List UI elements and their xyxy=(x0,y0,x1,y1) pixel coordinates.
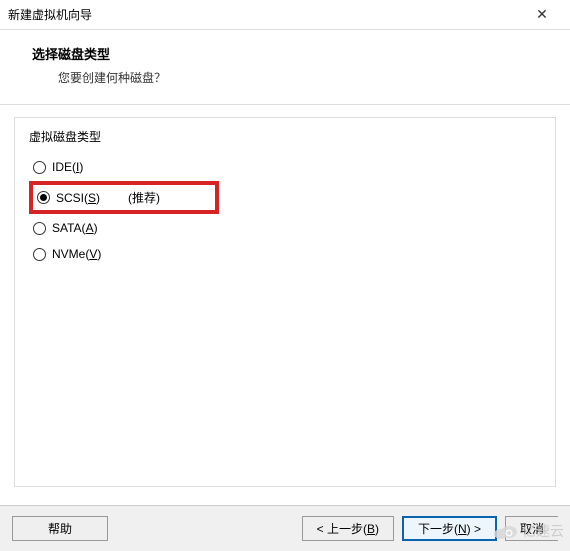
content-panel: 虚拟磁盘类型 IDE(I) SCSI(S) (推荐) SATA(A) NVMe(… xyxy=(14,117,556,487)
radio-label: SCSI(S) xyxy=(56,191,100,205)
cancel-button[interactable]: 取消 xyxy=(505,516,558,541)
radio-icon xyxy=(37,191,50,204)
radio-icon xyxy=(33,222,46,235)
close-icon[interactable]: ✕ xyxy=(522,1,562,29)
radio-label: NVMe(V) xyxy=(52,247,101,261)
help-button[interactable]: 帮助 xyxy=(12,516,108,541)
titlebar: 新建虚拟机向导 ✕ xyxy=(0,0,570,30)
page-subtitle: 您要创建何种磁盘？ xyxy=(32,69,560,86)
wizard-header: 选择磁盘类型 您要创建何种磁盘？ xyxy=(0,30,570,98)
radio-label: IDE(I) xyxy=(52,160,83,174)
highlight-scsi: SCSI(S) (推荐) xyxy=(29,181,219,214)
group-label: 虚拟磁盘类型 xyxy=(29,128,541,145)
back-button[interactable]: < 上一步(B) xyxy=(302,516,394,541)
radio-nvme[interactable]: NVMe(V) xyxy=(29,242,541,266)
radio-scsi[interactable]: SCSI(S) (推荐) xyxy=(35,186,162,209)
window-title: 新建虚拟机向导 xyxy=(8,6,92,23)
radio-ide[interactable]: IDE(I) xyxy=(29,155,541,179)
divider xyxy=(0,104,570,105)
button-bar: 帮助 < 上一步(B) 下一步(N) > 取消 xyxy=(0,505,570,551)
radio-icon xyxy=(33,248,46,261)
radio-icon xyxy=(33,161,46,174)
radio-suffix-recommended: (推荐) xyxy=(128,189,160,206)
next-button[interactable]: 下一步(N) > xyxy=(402,516,497,541)
page-title: 选择磁盘类型 xyxy=(32,44,560,63)
radio-sata[interactable]: SATA(A) xyxy=(29,216,541,240)
radio-label: SATA(A) xyxy=(52,221,98,235)
